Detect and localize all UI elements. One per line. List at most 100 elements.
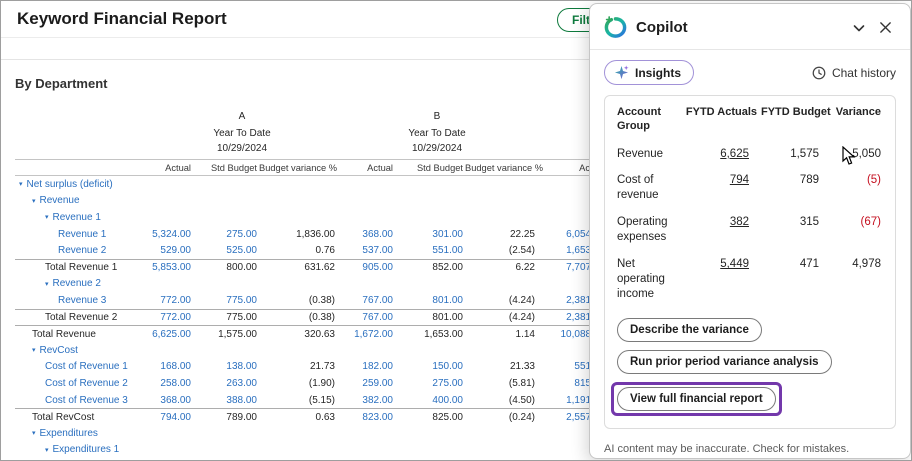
- amount-cell[interactable]: 529.00: [147, 245, 193, 256]
- insight-col-header: Variance: [831, 106, 881, 141]
- report-row: Revenue 3772.00775.00(0.38)767.00801.00(…: [15, 292, 609, 309]
- insight-variance: 5,050: [831, 141, 881, 168]
- amount-cell[interactable]: 772.00: [147, 312, 193, 323]
- amount-cell[interactable]: 368.00: [147, 395, 193, 406]
- insight-actuals-link[interactable]: 5,449: [720, 258, 749, 270]
- amount-cell[interactable]: 794.00: [147, 412, 193, 423]
- row-label[interactable]: Net surplus (deficit): [27, 179, 113, 190]
- amount-cell[interactable]: 382.00: [337, 395, 395, 406]
- row-label[interactable]: Cost of Revenue 3: [45, 395, 128, 406]
- amount-cell[interactable]: 400.00: [395, 395, 465, 406]
- column-group-period: Year To Date: [337, 128, 537, 139]
- row-label[interactable]: Expenditures 1: [53, 444, 120, 455]
- insight-actuals-link[interactable]: 382: [730, 216, 749, 228]
- amount-cell[interactable]: 525.00: [193, 245, 259, 256]
- amount-cell[interactable]: 1,672.00: [337, 329, 395, 340]
- amount-cell[interactable]: 138.00: [193, 361, 259, 372]
- column-subheaders-row: ActualStd BudgetBudget variance %ActualS…: [15, 159, 609, 176]
- insight-budget: 471: [761, 251, 827, 308]
- report-row: Revenue 2529.00525.000.76537.00551.00(2.…: [15, 242, 609, 259]
- amount-cell: 1,575.00: [193, 329, 259, 340]
- amount-cell[interactable]: 537.00: [337, 245, 395, 256]
- row-label: Total Revenue 1: [45, 262, 117, 273]
- row-label[interactable]: RevCost: [40, 345, 78, 356]
- amount-cell[interactable]: 263.00: [193, 378, 259, 389]
- row-label[interactable]: Revenue 1: [58, 229, 106, 240]
- amount-cell[interactable]: 150.00: [395, 361, 465, 372]
- row-label[interactable]: Revenue 2: [58, 245, 106, 256]
- copilot-logo-icon: [604, 16, 627, 39]
- tree-collapse-icon[interactable]: ▾: [19, 180, 23, 188]
- insights-label: Insights: [635, 66, 681, 80]
- row-label-cell: Cost of Revenue 1: [15, 361, 147, 372]
- amount-cell[interactable]: 905.00: [337, 262, 395, 273]
- row-label[interactable]: Expenditures: [40, 428, 98, 439]
- amount-cell[interactable]: 551.00: [395, 245, 465, 256]
- insight-col-header: FYTD Budget: [761, 106, 827, 141]
- insight-actuals-link[interactable]: 6,625: [720, 148, 749, 160]
- insight-variance: 4,978: [831, 251, 881, 308]
- row-label-cell: Total Revenue 1: [15, 262, 147, 273]
- amount-cell[interactable]: 767.00: [337, 312, 395, 323]
- amount-cell: 22.25: [465, 229, 537, 240]
- close-icon[interactable]: [877, 19, 894, 36]
- tree-collapse-icon[interactable]: ▾: [45, 446, 49, 454]
- row-label[interactable]: Revenue: [40, 195, 80, 206]
- amount-cell[interactable]: 258.00: [147, 378, 193, 389]
- amount-cell: (4.50): [465, 395, 537, 406]
- amount-cell: 0.76: [259, 245, 337, 256]
- amount-cell[interactable]: 5,853.00: [147, 262, 193, 273]
- column-group-date: 10/29/2024: [147, 143, 337, 154]
- insight-col-header: FYTD Actuals: [685, 106, 757, 141]
- insight-actuals-cell: 794: [685, 167, 757, 209]
- amount-cell: (4.24): [465, 295, 537, 306]
- suggestion-button[interactable]: Describe the variance: [617, 318, 762, 342]
- tree-collapse-icon[interactable]: ▾: [45, 280, 49, 288]
- column-header: Actual: [147, 163, 193, 173]
- amount-cell[interactable]: 275.00: [395, 378, 465, 389]
- amount-cell[interactable]: 772.00: [147, 295, 193, 306]
- column-header: Std Budget: [193, 163, 259, 173]
- insight-actuals-link[interactable]: 794: [730, 174, 749, 186]
- amount-cell[interactable]: 775.00: [193, 295, 259, 306]
- row-label-cell: Revenue 3: [15, 295, 147, 306]
- row-label-cell: Cost of Revenue 2: [15, 378, 147, 389]
- column-group-label: B: [337, 111, 537, 122]
- amount-cell[interactable]: 168.00: [147, 361, 193, 372]
- amount-cell[interactable]: 182.00: [337, 361, 395, 372]
- tree-collapse-icon[interactable]: ▾: [45, 213, 49, 221]
- app-window: Keyword Financial Report Filter By Depar…: [0, 0, 912, 461]
- amount-cell[interactable]: 801.00: [395, 295, 465, 306]
- tree-collapse-icon[interactable]: ▾: [32, 197, 36, 205]
- chat-history-button[interactable]: Chat history: [812, 66, 896, 80]
- copilot-title: Copilot: [636, 19, 688, 36]
- amount-cell[interactable]: 6,625.00: [147, 329, 193, 340]
- ai-disclaimer: AI content may be inaccurate. Check for …: [590, 429, 910, 461]
- row-label[interactable]: Cost of Revenue 2: [45, 378, 128, 389]
- chevron-down-icon[interactable]: [850, 19, 868, 37]
- tree-collapse-icon[interactable]: ▾: [32, 429, 36, 437]
- row-label-cell: Total Revenue 2: [15, 312, 147, 323]
- amount-cell[interactable]: 5,324.00: [147, 229, 193, 240]
- amount-cell[interactable]: 368.00: [337, 229, 395, 240]
- insights-tab[interactable]: Insights: [604, 60, 694, 85]
- amount-cell[interactable]: 275.00: [193, 229, 259, 240]
- insights-card: Account Group FYTD Actuals FYTD Budget V…: [604, 95, 896, 429]
- row-label[interactable]: Cost of Revenue 1: [45, 361, 128, 372]
- amount-cell[interactable]: 301.00: [395, 229, 465, 240]
- amount-cell[interactable]: 388.00: [193, 395, 259, 406]
- suggestion-button[interactable]: View full financial report: [617, 387, 776, 411]
- suggestion-button[interactable]: Run prior period variance analysis: [617, 350, 832, 374]
- row-label[interactable]: Revenue 3: [58, 295, 106, 306]
- tree-collapse-icon[interactable]: ▾: [32, 346, 36, 354]
- row-label[interactable]: Revenue 1: [53, 212, 101, 223]
- amount-cell[interactable]: 823.00: [337, 412, 395, 423]
- report-row: Cost of Revenue 2258.00263.00(1.90)259.0…: [15, 375, 609, 392]
- insight-actuals-cell: 5,449: [685, 251, 757, 308]
- row-label-cell: ▾ Revenue 1: [15, 212, 147, 223]
- amount-cell[interactable]: 259.00: [337, 378, 395, 389]
- row-label[interactable]: Revenue 2: [53, 278, 101, 289]
- amount-cell[interactable]: 767.00: [337, 295, 395, 306]
- report-row: ▾ Expenditures: [15, 425, 609, 442]
- report-row: Revenue 15,324.00275.001,836.00368.00301…: [15, 226, 609, 243]
